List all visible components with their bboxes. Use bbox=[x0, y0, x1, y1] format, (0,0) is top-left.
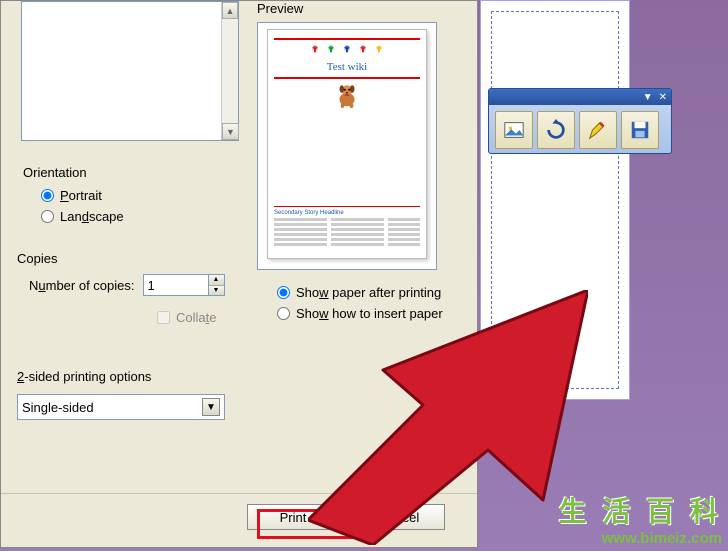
copies-input[interactable] bbox=[144, 275, 208, 295]
preview-section: Preview Test wiki Secondary St bbox=[257, 1, 467, 321]
show-paper-label[interactable]: Show paper after printing bbox=[296, 285, 441, 300]
toolbar-menu-icon[interactable]: ▼ bbox=[643, 92, 653, 103]
tool-rotate-icon[interactable] bbox=[537, 111, 575, 149]
story-section: Secondary Story Headline bbox=[274, 206, 420, 249]
tool-edit-icon[interactable] bbox=[579, 111, 617, 149]
orientation-label: Orientation bbox=[23, 165, 124, 180]
watermark-text: 生 活 百 科 bbox=[559, 490, 722, 530]
watermark-url: www.bimeiz.com bbox=[559, 530, 722, 547]
tool-save-icon[interactable] bbox=[621, 111, 659, 149]
two-sided-value: Single-sided bbox=[22, 400, 94, 415]
show-insert-label[interactable]: Show how to insert paper bbox=[296, 306, 443, 321]
portrait-radio[interactable] bbox=[41, 189, 54, 202]
preview-mid-rule bbox=[274, 77, 420, 79]
hand-icon bbox=[308, 44, 322, 58]
hand-icon bbox=[340, 44, 354, 58]
copies-label: Copies bbox=[17, 251, 225, 266]
dog-icon bbox=[332, 83, 362, 111]
show-options: Show paper after printing Show how to in… bbox=[277, 279, 443, 327]
spin-up-icon[interactable]: ▲ bbox=[209, 275, 224, 286]
print-button[interactable]: Print bbox=[247, 504, 339, 530]
collate-label: Collate bbox=[176, 310, 216, 325]
tool-picture-icon[interactable] bbox=[495, 111, 533, 149]
number-of-copies-label: Number of copies: bbox=[29, 278, 135, 293]
portrait-label[interactable]: Portrait bbox=[60, 188, 102, 203]
orientation-group: Orientation Portrait Landscape bbox=[23, 165, 124, 230]
scroll-down-icon[interactable]: ▼ bbox=[222, 123, 239, 140]
collate-checkbox bbox=[157, 311, 170, 324]
preview-top-rule bbox=[274, 38, 420, 40]
two-sided-label: 2-sided printing options bbox=[17, 369, 225, 384]
hand-icon bbox=[324, 44, 338, 58]
copies-spinner[interactable]: ▲ ▼ bbox=[143, 274, 225, 296]
two-sided-group: 2-sided printing options Single-sided ▼ bbox=[17, 369, 225, 420]
dialog-buttons: Print Cancel bbox=[1, 493, 477, 537]
watermark: 生 活 百 科 www.bimeiz.com bbox=[559, 490, 722, 547]
preview-title: Test wiki bbox=[274, 61, 420, 73]
story-headline: Secondary Story Headline bbox=[274, 210, 420, 216]
preview-page: Test wiki Secondary Story Headline bbox=[267, 29, 427, 259]
handprints-row bbox=[274, 44, 420, 58]
spin-down-icon[interactable]: ▼ bbox=[209, 286, 224, 296]
show-insert-radio[interactable] bbox=[277, 307, 290, 320]
print-dialog: ▲ ▼ Preview Test wiki bbox=[0, 0, 478, 548]
scroll-up-icon[interactable]: ▲ bbox=[222, 2, 238, 19]
hand-icon bbox=[372, 44, 386, 58]
toolbar-header[interactable]: ▼ ✕ bbox=[489, 89, 671, 105]
floating-toolbar[interactable]: ▼ ✕ bbox=[488, 88, 672, 154]
scrollbar[interactable]: ▲ ▼ bbox=[221, 2, 238, 140]
toolbar-close-icon[interactable]: ✕ bbox=[659, 92, 667, 103]
document-page bbox=[480, 0, 630, 400]
landscape-label[interactable]: Landscape bbox=[60, 209, 124, 224]
two-sided-select[interactable]: Single-sided ▼ bbox=[17, 394, 225, 420]
copies-group: Copies Number of copies: ▲ ▼ Collate bbox=[17, 251, 225, 325]
landscape-radio[interactable] bbox=[41, 210, 54, 223]
document-margin bbox=[491, 11, 619, 389]
show-paper-radio[interactable] bbox=[277, 286, 290, 299]
preview-label: Preview bbox=[257, 1, 467, 16]
cancel-button[interactable]: Cancel bbox=[353, 504, 445, 530]
hand-icon bbox=[356, 44, 370, 58]
preview-container: Test wiki Secondary Story Headline bbox=[257, 22, 437, 270]
dropdown-icon[interactable]: ▼ bbox=[202, 398, 220, 416]
printer-info-box[interactable]: ▲ ▼ bbox=[21, 1, 239, 141]
